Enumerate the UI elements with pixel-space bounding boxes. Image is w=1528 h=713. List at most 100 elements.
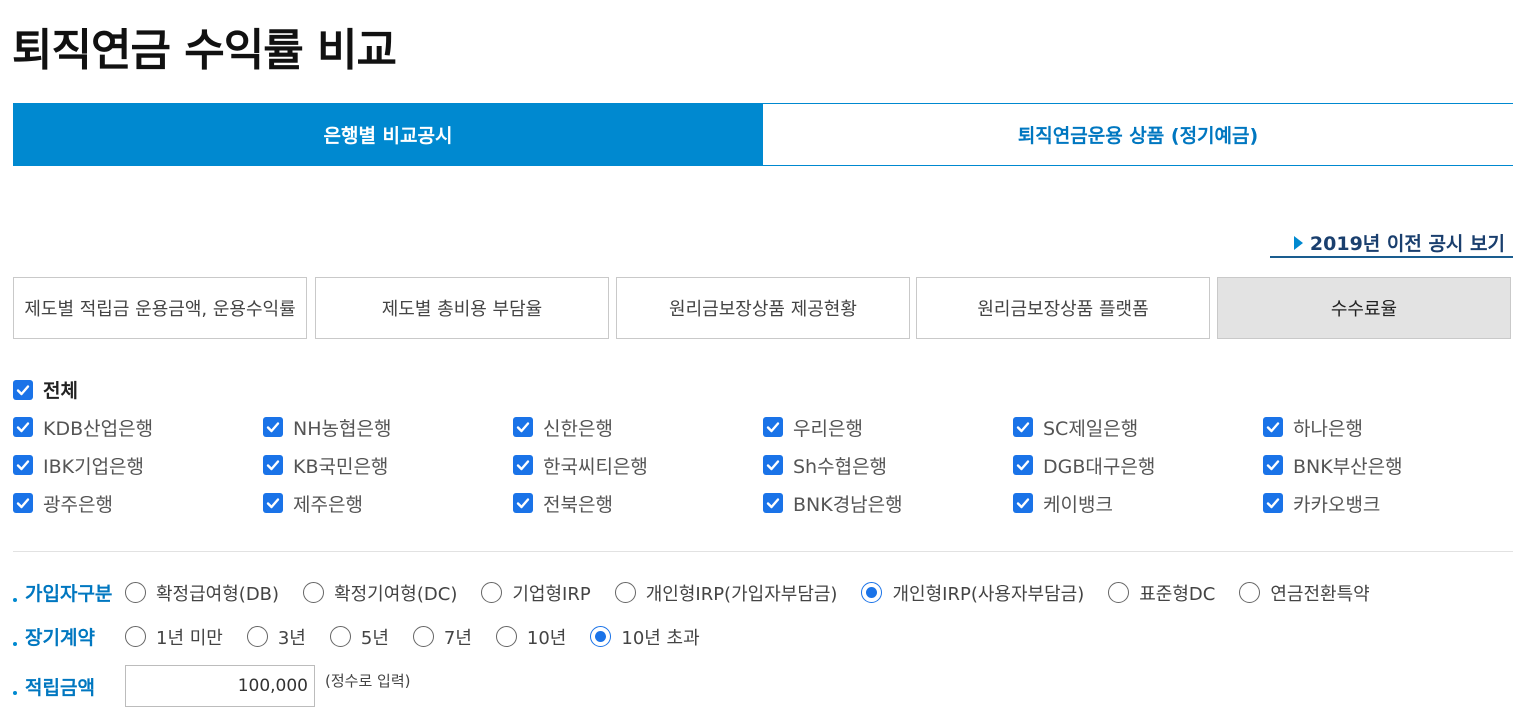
subscriber-type-option[interactable]: 기업형IRP: [481, 580, 591, 606]
subtab-guaranteed-platform[interactable]: 원리금보장상품 플랫폼: [916, 277, 1210, 339]
radio-unselected-icon[interactable]: [1108, 582, 1130, 603]
prev-disclosure-label: 2019년 이전 공시 보기: [1309, 233, 1505, 255]
bank-checkbox-item[interactable]: BNK경남은행: [763, 488, 903, 518]
bank-checkbox-item[interactable]: DGB대구은행: [1013, 450, 1155, 480]
long-term-options: 1년 미만 3년 5년 7년 10년 10년 초과: [125, 624, 724, 650]
long-term-text: 장기계약: [25, 627, 95, 649]
bank-label: 전북은행: [543, 493, 613, 516]
checkbox-checked-icon[interactable]: [1013, 455, 1033, 475]
bank-checkbox-item[interactable]: IBK기업은행: [13, 450, 144, 480]
subscriber-type-options: 확정급여형(DB) 확정기여형(DC) 기업형IRP 개인형IRP(가입자부담금) 개인…: [125, 580, 1394, 606]
bank-label: KDB산업은행: [43, 417, 154, 440]
radio-unselected-icon[interactable]: [1239, 582, 1261, 603]
radio-unselected-icon[interactable]: [614, 582, 636, 603]
bank-checkbox-item[interactable]: SC제일은행: [1013, 412, 1138, 442]
bank-checkbox-item[interactable]: Sh수협은행: [763, 450, 887, 480]
bullet-dot-icon: [13, 597, 17, 602]
radio-unselected-icon[interactable]: [495, 626, 517, 647]
bank-checkbox-item[interactable]: 전북은행: [513, 488, 613, 518]
long-term-option[interactable]: 3년: [246, 624, 306, 650]
subscriber-type-option[interactable]: 개인형IRP(사용자부담금): [861, 580, 1084, 606]
page-title: 퇴직연금 수익률 비교: [12, 25, 397, 76]
checkbox-checked-icon[interactable]: [13, 417, 33, 437]
long-term-option[interactable]: 7년: [412, 624, 472, 650]
bank-label: 하나은행: [1293, 417, 1363, 440]
checkbox-checked-icon[interactable]: [513, 493, 533, 513]
bank-checkbox-item[interactable]: 제주은행: [263, 488, 363, 518]
subscriber-type-option-label: 기업형IRP: [512, 583, 591, 605]
bank-checkbox-grid: KDB산업은행 NH농협은행 신한은행 우리은행 SC제일은행 하나은행 IBK기업은행 KB…: [13, 412, 1513, 526]
checkbox-checked-icon[interactable]: [1013, 417, 1033, 437]
bank-checkbox-item[interactable]: 우리은행: [763, 412, 863, 442]
subtab-reserve-return[interactable]: 제도별 적립금 운용금액, 운용수익률: [13, 277, 307, 339]
subscriber-type-label: 가입자구분: [13, 579, 125, 606]
bank-checkbox-item[interactable]: KB국민은행: [263, 450, 388, 480]
bank-checkbox-item[interactable]: 하나은행: [1263, 412, 1363, 442]
long-term-option-label: 3년: [277, 627, 306, 649]
bank-checkbox-item[interactable]: KDB산업은행: [13, 412, 153, 442]
radio-unselected-icon[interactable]: [303, 582, 325, 603]
amount-row: 적립금액 (정수로 입력): [13, 665, 410, 707]
radio-unselected-icon[interactable]: [329, 626, 351, 647]
subscriber-type-option[interactable]: 확정급여형(DB): [125, 580, 279, 606]
checkbox-checked-icon[interactable]: [763, 417, 783, 437]
long-term-option[interactable]: 10년: [495, 624, 567, 650]
bank-all-checkbox[interactable]: 전체: [13, 376, 78, 403]
bank-label: BNK경남은행: [793, 493, 903, 516]
bank-checkbox-item[interactable]: 신한은행: [513, 412, 613, 442]
bank-checkbox-item[interactable]: BNK부산은행: [1263, 450, 1403, 480]
amount-text: 적립금액: [25, 676, 95, 699]
bank-label: SC제일은행: [1043, 417, 1139, 440]
long-term-option[interactable]: 1년 미만: [125, 624, 223, 650]
long-term-option[interactable]: 5년: [329, 624, 389, 650]
checkbox-checked-icon[interactable]: [513, 417, 533, 437]
long-term-option[interactable]: 10년 초과: [590, 624, 700, 650]
checkbox-checked-icon[interactable]: [763, 493, 783, 513]
checkbox-checked-icon[interactable]: [513, 455, 533, 475]
bank-label: 케이뱅크: [1043, 493, 1113, 516]
subscriber-type-option[interactable]: 개인형IRP(가입자부담금): [614, 580, 837, 606]
radio-unselected-icon[interactable]: [481, 582, 503, 603]
bank-checkbox-item[interactable]: NH농협은행: [263, 412, 391, 442]
checkbox-checked-icon[interactable]: [13, 379, 33, 400]
bank-label: 한국씨티은행: [543, 455, 648, 478]
amount-input[interactable]: [125, 665, 315, 707]
radio-selected-icon[interactable]: [861, 582, 883, 603]
amount-label: 적립금액: [13, 673, 125, 700]
radio-selected-icon[interactable]: [590, 626, 612, 647]
bank-checkbox-item[interactable]: 카카오뱅크: [1263, 488, 1380, 518]
checkbox-checked-icon[interactable]: [763, 455, 783, 475]
bank-checkbox-item[interactable]: 한국씨티은행: [513, 450, 648, 480]
radio-unselected-icon[interactable]: [125, 626, 146, 647]
bank-row: IBK기업은행 KB국민은행 한국씨티은행 Sh수협은행 DGB대구은행 BNK부산은행: [13, 450, 1513, 488]
checkbox-checked-icon[interactable]: [263, 455, 283, 475]
tab-term-deposit-products[interactable]: 퇴직연금운용 상품 (정기예금): [763, 104, 1513, 165]
bank-checkbox-item[interactable]: 케이뱅크: [1013, 488, 1113, 518]
checkbox-checked-icon[interactable]: [1263, 417, 1283, 437]
radio-unselected-icon[interactable]: [412, 626, 434, 647]
bank-checkbox-item[interactable]: 광주은행: [13, 488, 113, 518]
subtab-total-cost[interactable]: 제도별 총비용 부담율: [315, 277, 609, 339]
long-term-option-label: 10년: [526, 627, 567, 649]
bank-row: KDB산업은행 NH농협은행 신한은행 우리은행 SC제일은행 하나은행: [13, 412, 1513, 450]
checkbox-checked-icon[interactable]: [13, 493, 33, 513]
checkbox-checked-icon[interactable]: [263, 417, 283, 437]
subtab-guaranteed-status[interactable]: 원리금보장상품 제공현황: [616, 277, 910, 339]
subscriber-type-option[interactable]: 확정기여형(DC): [303, 580, 457, 606]
checkbox-checked-icon[interactable]: [1013, 493, 1033, 513]
triangle-right-icon: [1293, 235, 1303, 250]
subscriber-type-text: 가입자구분: [25, 583, 113, 605]
checkbox-checked-icon[interactable]: [1263, 493, 1283, 513]
checkbox-checked-icon[interactable]: [13, 455, 33, 475]
subscriber-type-option-label: 연금전환특약: [1270, 583, 1370, 605]
prev-disclosure-link[interactable]: 2019년 이전 공시 보기: [1270, 229, 1513, 258]
checkbox-checked-icon[interactable]: [1263, 455, 1283, 475]
subscriber-type-option[interactable]: 연금전환특약: [1239, 580, 1370, 606]
subscriber-type-option[interactable]: 표준형DC: [1108, 580, 1215, 606]
subscriber-type-option-label: 개인형IRP(사용자부담금): [892, 583, 1085, 605]
radio-unselected-icon[interactable]: [125, 582, 146, 603]
radio-unselected-icon[interactable]: [246, 626, 268, 647]
checkbox-checked-icon[interactable]: [263, 493, 283, 513]
tab-bank-comparison[interactable]: 은행별 비교공시: [13, 104, 763, 165]
subtab-fee-rate[interactable]: 수수료율: [1217, 277, 1511, 339]
